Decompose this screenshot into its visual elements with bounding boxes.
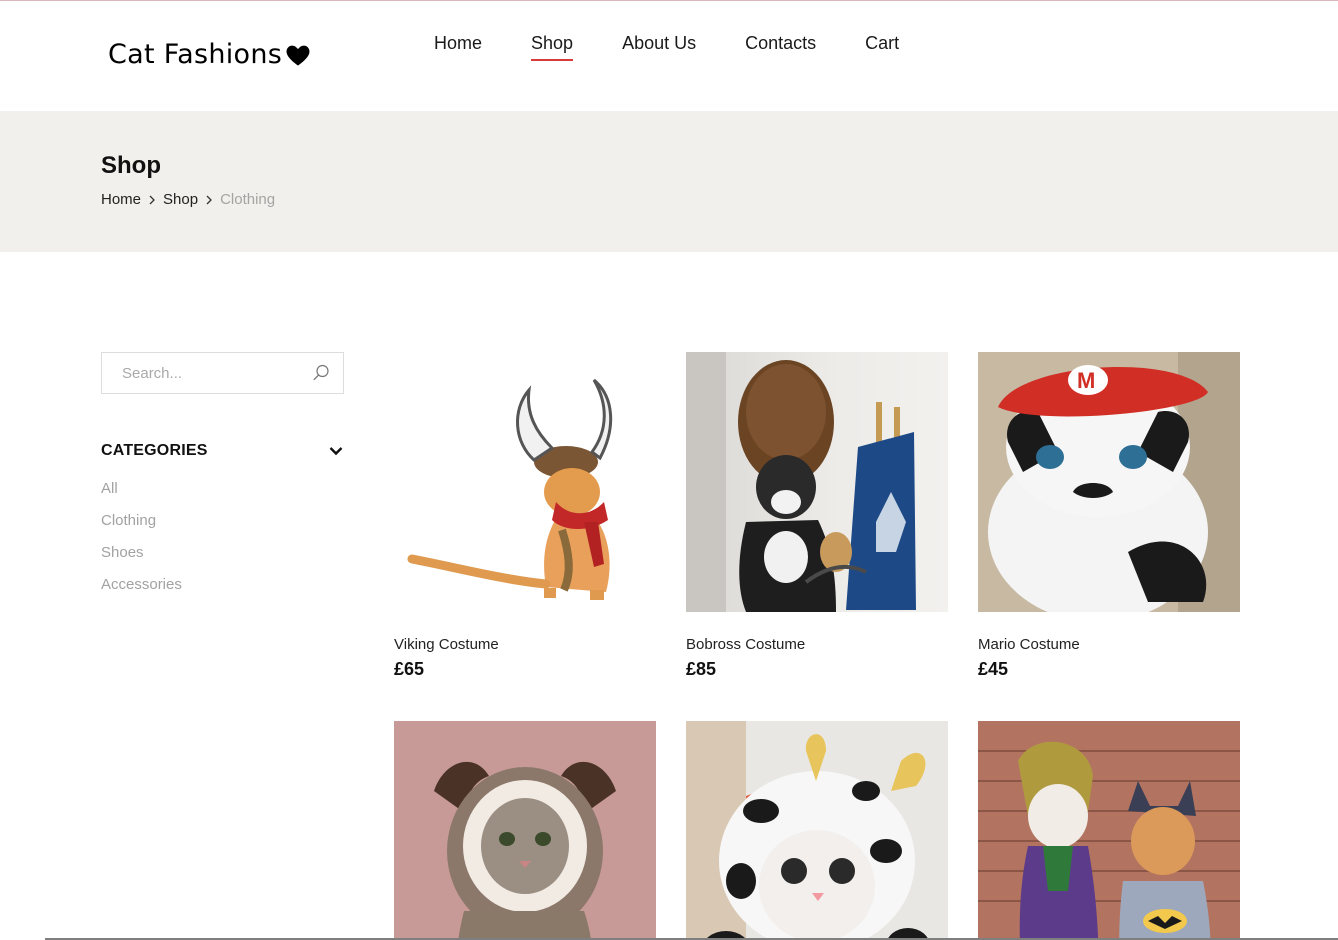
breadcrumb-home[interactable]: Home bbox=[101, 191, 141, 208]
product-name[interactable]: Viking Costume bbox=[394, 636, 656, 653]
product-card[interactable]: Viking Costume £65 bbox=[394, 352, 656, 680]
category-list: All Clothing Shoes Accessories bbox=[101, 479, 344, 607]
product-card[interactable] bbox=[686, 721, 948, 940]
product-card[interactable]: Bobross Costume £85 bbox=[686, 352, 948, 680]
site-header: Cat Fashions Home Shop About Us Contacts… bbox=[0, 1, 1338, 111]
search-box bbox=[101, 352, 344, 394]
categories-header[interactable]: CATEGORIES bbox=[101, 442, 344, 460]
nav-contacts[interactable]: Contacts bbox=[745, 33, 816, 59]
search-input[interactable] bbox=[102, 353, 302, 393]
logo-text: Cat Fashions bbox=[108, 39, 283, 70]
category-clothing[interactable]: Clothing bbox=[101, 511, 344, 543]
page-banner: Shop Home Shop Clothing bbox=[0, 111, 1338, 252]
site-logo[interactable]: Cat Fashions bbox=[108, 39, 312, 70]
search-icon[interactable] bbox=[311, 363, 331, 383]
product-price: £45 bbox=[978, 659, 1009, 679]
product-image[interactable] bbox=[978, 721, 1240, 940]
shop-sidebar: CATEGORIES All Clothing Shoes Accessorie… bbox=[101, 352, 344, 607]
category-accessories[interactable]: Accessories bbox=[101, 575, 344, 607]
product-price: £85 bbox=[686, 659, 717, 679]
product-card[interactable]: M Mario Costume £45 bbox=[978, 352, 1240, 680]
breadcrumb-current: Clothing bbox=[220, 191, 276, 208]
chevron-right-icon bbox=[141, 194, 163, 206]
product-card[interactable] bbox=[978, 721, 1240, 940]
product-image[interactable] bbox=[686, 352, 948, 612]
product-image[interactable] bbox=[686, 721, 948, 940]
product-image[interactable] bbox=[394, 352, 656, 612]
nav-shop[interactable]: Shop bbox=[531, 33, 574, 61]
breadcrumb: Home Shop Clothing bbox=[101, 191, 275, 208]
category-shoes[interactable]: Shoes bbox=[101, 543, 344, 575]
chevron-right-icon bbox=[198, 194, 220, 206]
page-title: Shop bbox=[101, 152, 161, 179]
product-image[interactable] bbox=[394, 721, 656, 940]
category-all[interactable]: All bbox=[101, 479, 344, 511]
product-name[interactable]: Mario Costume bbox=[978, 636, 1240, 653]
nav-about-us[interactable]: About Us bbox=[622, 33, 696, 59]
main-nav: Home Shop About Us Contacts Cart bbox=[434, 33, 948, 61]
nav-cart[interactable]: Cart bbox=[865, 33, 899, 59]
breadcrumb-shop[interactable]: Shop bbox=[163, 191, 198, 208]
chevron-down-icon[interactable] bbox=[328, 443, 344, 459]
product-card[interactable] bbox=[394, 721, 656, 940]
svg-text:M: M bbox=[1077, 368, 1095, 393]
product-name[interactable]: Bobross Costume bbox=[686, 636, 948, 653]
nav-home[interactable]: Home bbox=[434, 33, 482, 59]
product-price: £65 bbox=[394, 659, 425, 679]
categories-title: CATEGORIES bbox=[101, 442, 208, 459]
heart-icon bbox=[286, 45, 310, 65]
product-image[interactable]: M bbox=[978, 352, 1240, 612]
